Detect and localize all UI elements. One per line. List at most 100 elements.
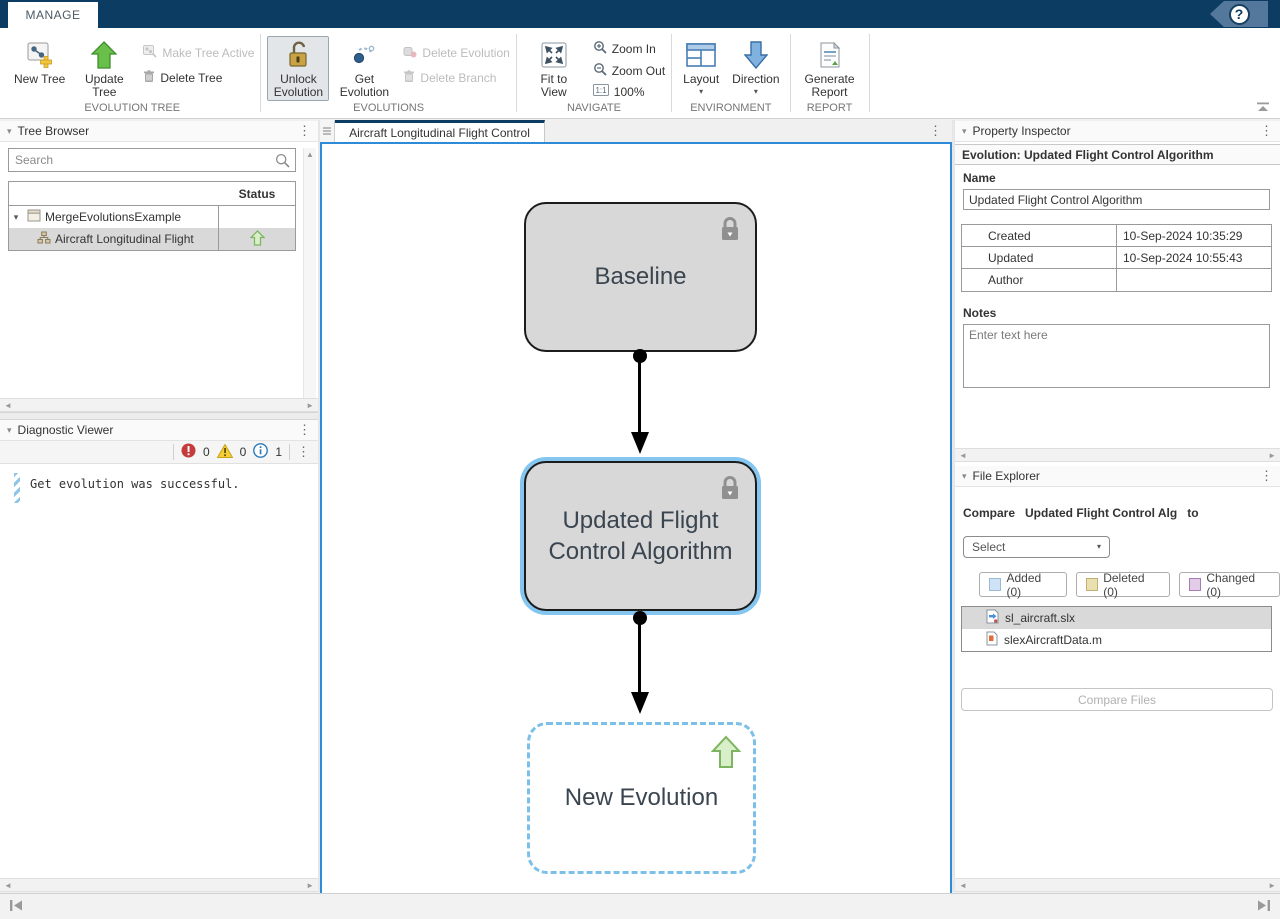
help-icon: ? (1235, 6, 1244, 22)
collapse-panel-icon[interactable]: ▾ (7, 425, 12, 436)
scroll-right-icon[interactable]: ► (1268, 881, 1276, 890)
zoom-in-button[interactable]: Zoom In (593, 40, 665, 57)
error-icon (181, 443, 196, 461)
property-value: 10-Sep-2024 10:55:43 (1117, 247, 1271, 268)
delete-evolution-button[interactable]: Delete Evolution (403, 45, 509, 61)
diagnostic-viewer-title: Diagnostic Viewer (18, 423, 114, 437)
kebab-menu-icon[interactable]: ⋮ (298, 424, 311, 436)
collapse-panel-icon[interactable]: ▾ (962, 471, 967, 482)
kebab-menu-icon[interactable]: ⋮ (1260, 125, 1273, 137)
panel-splitter[interactable] (0, 412, 318, 420)
file-row-m[interactable]: slexAircraftData.m (962, 629, 1271, 651)
file-name: sl_aircraft.slx (1005, 611, 1075, 625)
node-baseline[interactable]: Baseline (524, 202, 757, 352)
added-filter-button[interactable]: Added (0) (979, 572, 1067, 597)
status-up-arrow-icon (250, 230, 265, 249)
collapse-left-panel-icon[interactable] (9, 899, 23, 915)
scroll-left-icon[interactable]: ◄ (959, 451, 967, 460)
file-list: sl_aircraft.slx slexAircraftData.m (961, 606, 1272, 652)
kebab-menu-icon[interactable]: ⋮ (297, 446, 310, 458)
get-evolution-button[interactable]: Get Evolution (333, 36, 395, 101)
tab-aircraft-longitudinal-flight-control[interactable]: Aircraft Longitudinal Flight Control (335, 120, 545, 142)
canvas-area: Aircraft Longitudinal Flight Control ⋮ B… (320, 120, 952, 915)
ribbon-separator (869, 34, 870, 112)
update-tree-button[interactable]: Update Tree (73, 36, 135, 101)
collapse-right-panel-icon[interactable] (1257, 899, 1271, 915)
help-button[interactable]: ? (1229, 4, 1250, 25)
deleted-filter-button[interactable]: Deleted (0) (1076, 572, 1170, 597)
scroll-up-icon[interactable]: ▲ (306, 150, 314, 159)
scroll-right-icon[interactable]: ► (306, 881, 314, 890)
search-input[interactable] (9, 153, 275, 167)
project-icon (27, 209, 41, 225)
expand-caret-icon[interactable]: ▾ (9, 212, 23, 223)
zoom-out-button[interactable]: Zoom Out (593, 62, 665, 79)
zoom-in-icon (593, 40, 607, 57)
node-new-evolution[interactable]: New Evolution (527, 722, 756, 874)
group-evolutions: Unlock Evolution Get Evolution Delete Ev… (261, 28, 515, 118)
tab-manage[interactable]: MANAGE (8, 2, 98, 28)
deleted-swatch (1086, 578, 1098, 591)
tree-browser-vscrollbar[interactable]: ▲ ▼ (303, 148, 316, 419)
direction-dropdown-button[interactable]: Direction ▾ (728, 36, 783, 97)
report-icon (819, 40, 841, 70)
compare-select-dropdown[interactable]: Select ▾ (963, 536, 1110, 558)
trash-icon (143, 70, 155, 86)
document-bar-menu-icon[interactable] (320, 120, 335, 142)
svg-text:1:1: 1:1 (595, 86, 607, 95)
kebab-menu-icon[interactable]: ⋮ (929, 120, 952, 142)
changed-filter-button[interactable]: Changed (0) (1179, 572, 1280, 597)
scroll-right-icon[interactable]: ► (306, 401, 314, 410)
document-tabstrip: Aircraft Longitudinal Flight Control ⋮ (320, 120, 952, 142)
collapse-panel-icon[interactable]: ▾ (962, 126, 967, 137)
bottom-hscrollbar-left[interactable]: ◄ ► (0, 878, 318, 892)
tree-browser-hscrollbar[interactable]: ◄ ► (0, 398, 318, 412)
new-tree-button[interactable]: New Tree (10, 36, 69, 88)
chevron-down-icon: ▾ (699, 89, 703, 95)
fit-to-view-icon (541, 40, 567, 70)
delete-tree-button[interactable]: Delete Tree (143, 70, 254, 86)
notes-label: Notes (963, 306, 996, 320)
app-window: { "glyphs": { "kebab": "⋮", "panel_colla… (0, 0, 1280, 919)
bottom-hscrollbar-right[interactable]: ◄ ► (955, 878, 1280, 892)
collapse-panel-icon[interactable]: ▾ (7, 126, 12, 137)
scroll-left-icon[interactable]: ◄ (959, 881, 967, 890)
notes-field[interactable] (963, 324, 1270, 388)
zoom-level-button[interactable]: 1:1 100% (593, 84, 665, 99)
scroll-left-icon[interactable]: ◄ (4, 881, 12, 890)
unlock-evolution-button[interactable]: Unlock Evolution (267, 36, 329, 101)
fit-to-view-button[interactable]: Fit to View (523, 36, 585, 101)
tree-row-project[interactable]: ▾ MergeEvolutionsExample (9, 206, 295, 228)
generate-report-button[interactable]: Generate Report (797, 36, 863, 101)
help-chevron: ? (1210, 1, 1268, 27)
name-field[interactable] (963, 189, 1270, 210)
property-key: Created (962, 225, 1117, 246)
evolution-canvas[interactable]: Baseline Updated Flight Control Algorith… (320, 142, 952, 915)
matlab-file-icon (986, 631, 998, 649)
one-to-one-icon: 1:1 (593, 84, 609, 99)
group-navigate: Fit to View Zoom In Zoom Out (517, 28, 671, 118)
diagnostic-message: Get evolution was successful. (14, 473, 240, 503)
compare-files-button[interactable]: Compare Files (961, 688, 1273, 711)
collapse-ribbon-button[interactable] (1256, 101, 1270, 115)
file-row-slx[interactable]: sl_aircraft.slx (962, 607, 1271, 629)
diagnostic-toolbar: 0 0 1 ⋮ (0, 441, 318, 464)
right-panel: ▾ Property Inspector ⋮ Evolution: Update… (955, 121, 1280, 878)
scroll-left-icon[interactable]: ◄ (4, 401, 12, 410)
property-inspector-hscrollbar[interactable]: ◄ ► (955, 448, 1280, 462)
kebab-menu-icon[interactable]: ⋮ (298, 125, 311, 137)
scroll-right-icon[interactable]: ► (1268, 451, 1276, 460)
kebab-menu-icon[interactable]: ⋮ (1260, 470, 1273, 482)
layout-dropdown-button[interactable]: Layout ▾ (678, 36, 724, 97)
tree-row-aircraft[interactable]: Aircraft Longitudinal Flight (9, 228, 295, 250)
status-column-header: Status (219, 187, 295, 201)
diff-filters: Added (0) Deleted (0) Changed (0) (979, 572, 1280, 597)
property-value[interactable] (1117, 269, 1271, 291)
delete-branch-button[interactable]: Delete Branch (403, 70, 509, 86)
node-updated-flight-control-algorithm[interactable]: Updated Flight Control Algorithm (524, 461, 757, 611)
evolution-heading: Evolution: Updated Flight Control Algori… (955, 144, 1280, 165)
tree-table: Status ▾ MergeEvolutionsExample Aircraft… (8, 181, 296, 251)
added-swatch (989, 578, 1001, 591)
make-tree-active-button[interactable]: Make Tree Active (143, 45, 254, 61)
group-label-environment: ENVIRONMENT (678, 102, 783, 118)
